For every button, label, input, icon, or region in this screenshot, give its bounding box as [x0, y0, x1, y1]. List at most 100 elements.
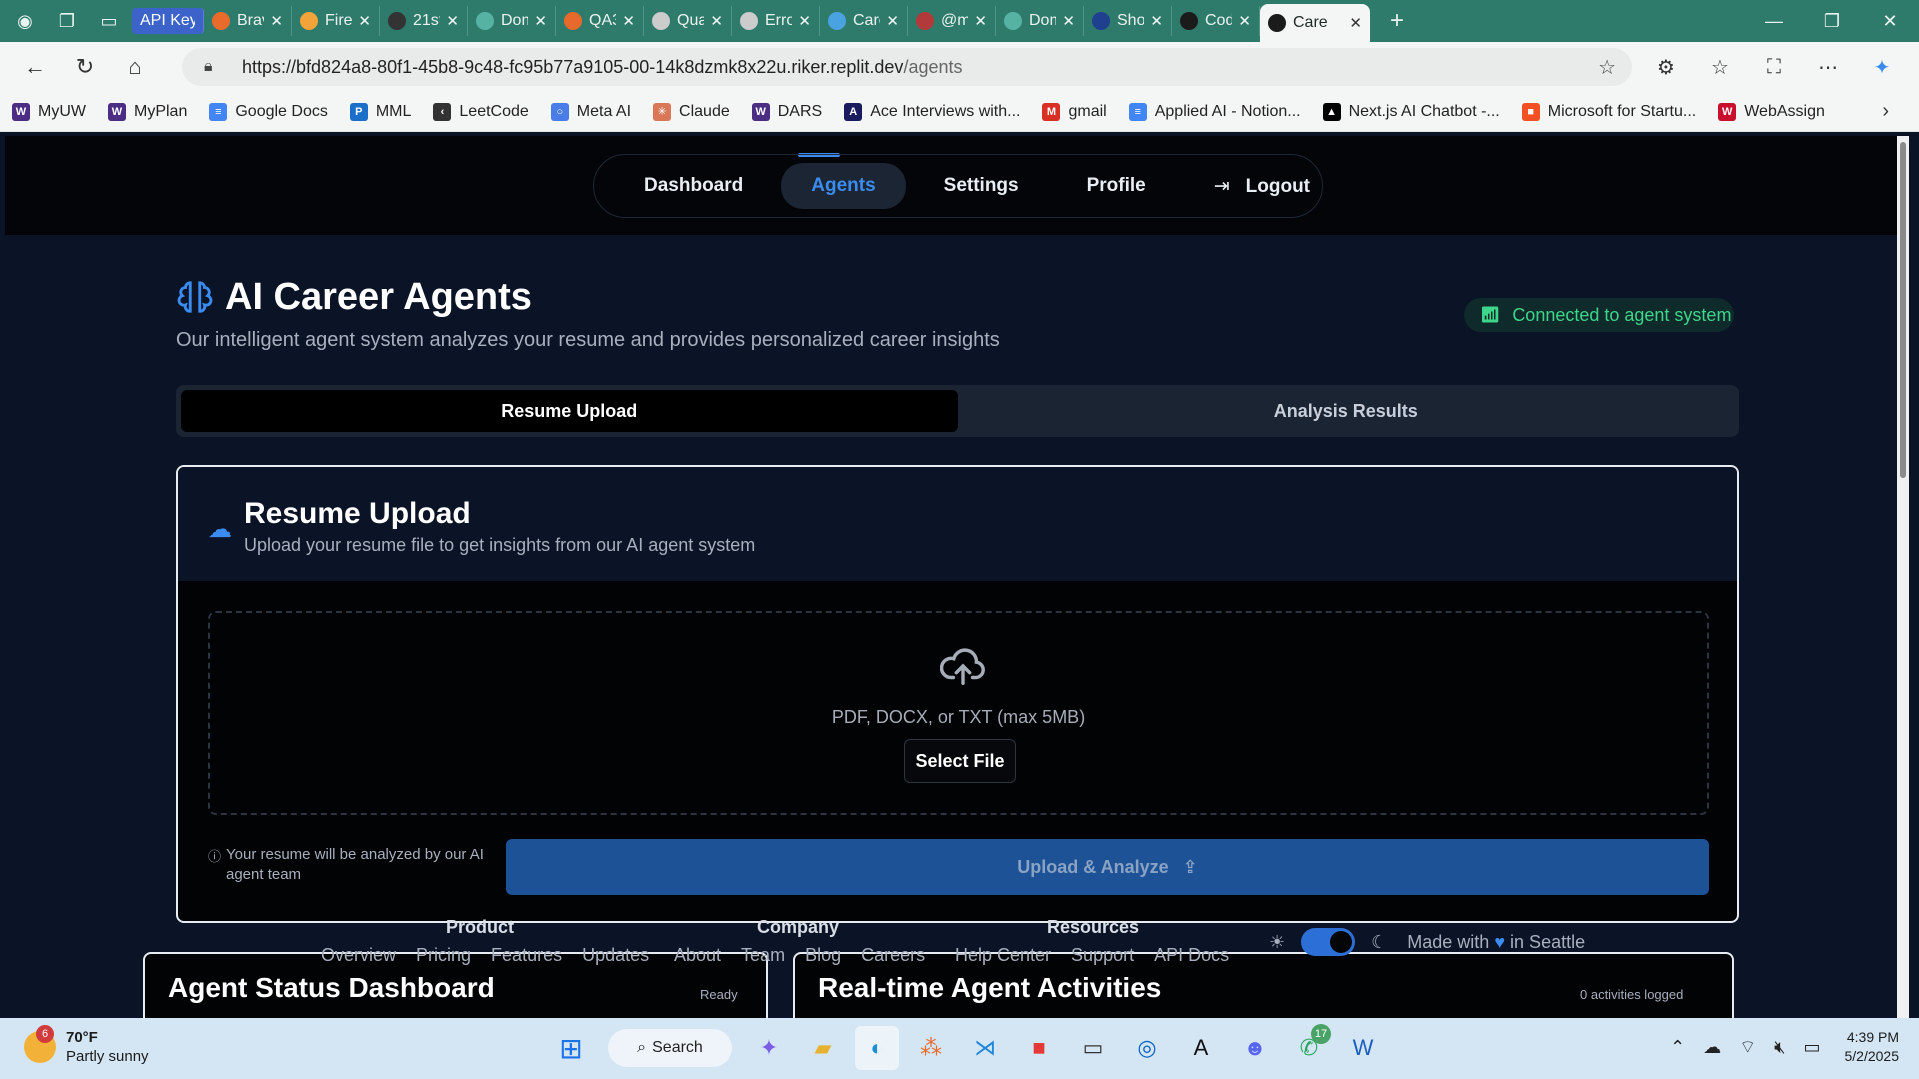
- browser-tab[interactable]: Brav ✕: [204, 6, 292, 36]
- whatsapp-icon[interactable]: ✆ 17: [1287, 1024, 1331, 1070]
- browser-tab[interactable]: QA3 ✕: [556, 6, 644, 36]
- nav-settings[interactable]: Settings: [914, 163, 1049, 209]
- site-info-icon[interactable]: 🔒︎: [204, 58, 213, 76]
- tab-close-icon[interactable]: ✕: [446, 12, 459, 30]
- file-explorer-icon[interactable]: ▰: [801, 1026, 845, 1070]
- vertical-tabs-icon[interactable]: ▭: [92, 6, 126, 36]
- bookmark-item[interactable]: P MML: [349, 102, 411, 121]
- bookmark-item[interactable]: ≡ Applied AI - Notion...: [1128, 102, 1301, 121]
- browser-tab[interactable]: Error ✕: [732, 6, 820, 36]
- mute-icon[interactable]: 🔇︎: [1774, 1037, 1785, 1058]
- discord-icon[interactable]: ☻: [1233, 1026, 1277, 1070]
- browser-tab[interactable]: Dom ✕: [468, 6, 556, 36]
- favorite-star-icon[interactable]: ☆: [1598, 55, 1616, 80]
- footer-link[interactable]: Overview: [321, 945, 396, 966]
- favorites-icon[interactable]: ☆: [1693, 55, 1747, 80]
- git-app-icon[interactable]: ⁂: [909, 1026, 953, 1070]
- footer-link[interactable]: Support: [1071, 945, 1134, 966]
- tab-close-icon[interactable]: ✕: [1150, 12, 1163, 30]
- tray-overflow-icon[interactable]: ⌃: [1670, 1037, 1685, 1058]
- bookmark-item[interactable]: ○ Meta AI: [550, 102, 631, 121]
- tab-close-icon[interactable]: ✕: [974, 12, 987, 30]
- browser-tab[interactable]: Care ✕: [1260, 4, 1370, 42]
- edge-browser-icon[interactable]: ◐: [855, 1026, 899, 1070]
- bookmark-item[interactable]: ✳ Claude: [653, 102, 730, 121]
- browser-tab[interactable]: 21st. ✕: [380, 6, 468, 36]
- refresh-icon[interactable]: ↻: [60, 47, 110, 87]
- bookmark-item[interactable]: W MyUW: [12, 102, 86, 121]
- url-field[interactable]: 🔒︎ https://bfd824a8-80f1-45b8-9c48-fc95b…: [182, 48, 1632, 86]
- copilot-icon[interactable]: ✦: [1855, 55, 1909, 80]
- tab-close-icon[interactable]: ✕: [798, 12, 811, 30]
- outlook-icon[interactable]: ◎: [1125, 1026, 1169, 1070]
- bookmark-item[interactable]: ‹ LeetCode: [433, 102, 529, 121]
- page-scrollbar[interactable]: [1897, 136, 1909, 1018]
- tab-close-icon[interactable]: ✕: [1349, 14, 1362, 32]
- bookmark-item[interactable]: ▲ Next.js AI Chatbot -...: [1322, 102, 1500, 121]
- minimize-icon[interactable]: —: [1745, 0, 1803, 42]
- nav-agents[interactable]: Agents: [781, 163, 906, 209]
- back-icon[interactable]: ←: [10, 47, 60, 87]
- bookmark-item[interactable]: ■ Microsoft for Startu...: [1521, 102, 1696, 121]
- select-file-button[interactable]: Select File: [904, 739, 1016, 783]
- screenshot-icon[interactable]: ⛶: [1747, 56, 1801, 79]
- tab-close-icon[interactable]: ✕: [622, 12, 635, 30]
- tab-close-icon[interactable]: ✕: [1238, 12, 1251, 30]
- footer-link[interactable]: Features: [491, 945, 562, 966]
- profile-avatar-icon[interactable]: ◉: [8, 6, 42, 36]
- footer-link[interactable]: About: [674, 945, 721, 966]
- terminal-icon[interactable]: ▭: [1071, 1026, 1115, 1070]
- weather-widget[interactable]: 6 70°F Partly sunny: [24, 1025, 149, 1066]
- battery-icon[interactable]: ▭: [1803, 1037, 1820, 1058]
- browser-tab[interactable]: API Keys: [132, 8, 204, 34]
- browser-tab[interactable]: Care ✕: [820, 6, 908, 36]
- tab-resume-upload[interactable]: Resume Upload: [181, 390, 958, 432]
- footer-link[interactable]: API Docs: [1154, 945, 1229, 966]
- bookmark-item[interactable]: W DARS: [751, 102, 822, 121]
- browser-tab[interactable]: @m ✕: [908, 6, 996, 36]
- wifi-tray-icon[interactable]: ⌔: [1739, 1036, 1756, 1059]
- bookmark-item[interactable]: W MyPlan: [107, 102, 187, 121]
- browser-tab[interactable]: Qua ✕: [644, 6, 732, 36]
- bookmarks-overflow-icon[interactable]: ›: [1882, 100, 1889, 123]
- footer-link[interactable]: Blog: [805, 945, 841, 966]
- footer-link[interactable]: Pricing: [416, 945, 471, 966]
- tab-analysis-results[interactable]: Analysis Results: [958, 390, 1735, 432]
- nav-dashboard[interactable]: Dashboard: [614, 163, 773, 209]
- browser-tab[interactable]: Shop ✕: [1084, 6, 1172, 36]
- tab-close-icon[interactable]: ✕: [358, 12, 371, 30]
- tab-close-icon[interactable]: ✕: [886, 12, 899, 30]
- browser-tab[interactable]: Firec ✕: [292, 6, 380, 36]
- clock[interactable]: 4:39 PM 5/2/2025: [1845, 1028, 1900, 1066]
- file-drop-zone[interactable]: PDF, DOCX, or TXT (max 5MB) Select File: [208, 611, 1709, 815]
- bookmark-item[interactable]: Mgmail: [1042, 102, 1107, 121]
- tab-close-icon[interactable]: ✕: [534, 12, 547, 30]
- tab-close-icon[interactable]: ✕: [270, 12, 283, 30]
- workspaces-icon[interactable]: ❐: [50, 6, 84, 36]
- restore-icon[interactable]: ❐: [1803, 0, 1861, 42]
- home-icon[interactable]: ⌂: [110, 47, 160, 87]
- nav-profile[interactable]: Profile: [1057, 163, 1176, 209]
- bookmark-item[interactable]: W WebAssign: [1718, 102, 1825, 121]
- font-app-icon[interactable]: A: [1179, 1026, 1223, 1070]
- tab-close-icon[interactable]: ✕: [1062, 12, 1075, 30]
- theme-toggle[interactable]: [1301, 928, 1356, 956]
- taskbar-search[interactable]: ⌕ Search: [608, 1029, 732, 1067]
- browser-tab[interactable]: Dom ✕: [996, 6, 1084, 36]
- upload-analyze-button[interactable]: Upload & Analyze ⇪: [506, 839, 1709, 895]
- nav-logout[interactable]: ⇥ Logout: [1184, 163, 1340, 210]
- onedrive-icon[interactable]: ☁: [1703, 1037, 1721, 1058]
- extensions-icon[interactable]: ⚙: [1639, 55, 1693, 80]
- close-window-icon[interactable]: ✕: [1861, 0, 1919, 42]
- footer-link[interactable]: Team: [741, 945, 785, 966]
- word-icon[interactable]: W: [1341, 1026, 1385, 1070]
- tab-close-icon[interactable]: ✕: [710, 12, 723, 30]
- vscode-icon[interactable]: ⋊: [963, 1026, 1007, 1070]
- copilot-app-icon[interactable]: ✦: [747, 1026, 791, 1070]
- browser-tab[interactable]: Code ✕: [1172, 6, 1260, 36]
- more-menu-icon[interactable]: ⋯: [1801, 55, 1855, 80]
- red-app-icon[interactable]: ■: [1017, 1026, 1061, 1070]
- footer-link[interactable]: Help Center: [955, 945, 1051, 966]
- bookmark-item[interactable]: ≡ Google Docs: [209, 102, 328, 121]
- new-tab-button[interactable]: +: [1390, 7, 1404, 35]
